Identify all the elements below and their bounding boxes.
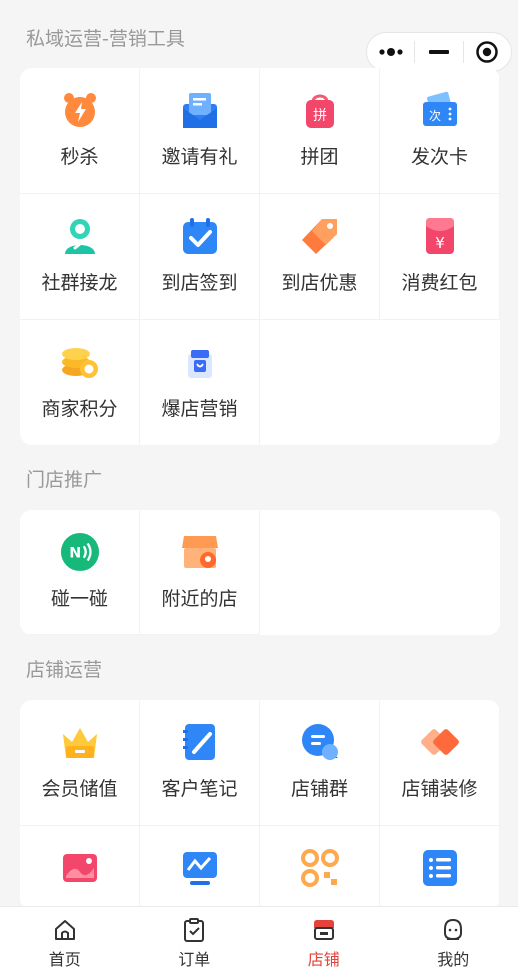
tool-times-card[interactable]: 次 发次卡 [380, 68, 500, 194]
tool-label: 拼团 [300, 146, 339, 168]
tool-seckill[interactable]: 秒杀 [20, 68, 140, 194]
shopping-box-icon [180, 342, 220, 382]
coin-stack-icon [60, 342, 100, 382]
home-icon [54, 920, 75, 940]
tool-label: 到店优惠 [281, 272, 358, 294]
tab-label: 我的 [437, 950, 470, 969]
alarm-clock-icon [60, 90, 100, 130]
tool-label: 商家积分 [41, 398, 118, 420]
profile-icon [444, 918, 463, 941]
section-title-store-promotion: 门店推广 [26, 469, 103, 491]
card-store-promotion: N 碰一碰 附近的店 [20, 510, 500, 635]
tool-image[interactable] [20, 826, 140, 910]
decoration-brush-icon [420, 722, 460, 762]
tool-label: 消费红包 [401, 272, 478, 294]
notebook-pen-icon [180, 722, 220, 762]
tool-label: 会员储值 [41, 778, 118, 800]
tab-mine[interactable]: 我的 [389, 907, 518, 975]
minus-icon [428, 50, 449, 54]
svg-text:N: N [69, 546, 81, 562]
tool-label: 到店签到 [161, 272, 238, 294]
tool-nearby-store[interactable]: 附近的店 [140, 510, 260, 635]
picture-icon [60, 848, 100, 888]
tool-store-group[interactable]: 店铺群 [260, 700, 380, 826]
section-title-store-operation: 店铺运营 [26, 659, 103, 681]
tab-label: 首页 [48, 950, 81, 969]
minimize-button[interactable] [415, 33, 462, 71]
tool-data-screen[interactable] [140, 826, 260, 910]
tool-nfc-tap[interactable]: N 碰一碰 [20, 510, 140, 635]
tab-store[interactable]: 店铺 [259, 907, 389, 975]
tool-qr-code[interactable] [260, 826, 380, 910]
card-marketing-tools: 秒杀 邀请有礼 拼 拼团 次 发次卡 社群接龙 到店签到 到店优惠 ¥ 消费红包… [20, 68, 500, 445]
svg-text:拼: 拼 [313, 108, 327, 124]
tool-invite-gift[interactable]: 邀请有礼 [140, 68, 260, 194]
group-buy-bag-icon: 拼 [300, 90, 340, 130]
store-icon [313, 920, 334, 940]
svg-text:次: 次 [428, 109, 440, 123]
tool-label: 店铺装修 [401, 778, 478, 800]
tool-customer-notes[interactable]: 客户笔记 [140, 700, 260, 826]
tool-red-packet[interactable]: ¥ 消费红包 [380, 194, 500, 320]
tool-member-recharge[interactable]: 会员储值 [20, 700, 140, 826]
tool-merchant-points[interactable]: 商家积分 [20, 320, 140, 445]
tool-booming-store[interactable]: 爆店营销 [140, 320, 260, 445]
tool-checkin[interactable]: 到店签到 [140, 194, 260, 320]
tab-home[interactable]: 首页 [0, 907, 130, 975]
tool-label: 发次卡 [410, 146, 468, 168]
list-icon [420, 848, 460, 888]
data-screen-icon [180, 848, 220, 888]
tool-community-chain[interactable]: 社群接龙 [20, 194, 140, 320]
card-store-operation: 会员储值 客户笔记 店铺群 店铺装修 [20, 700, 500, 910]
miniprogram-capsule [366, 32, 512, 72]
tool-store-discount[interactable]: 到店优惠 [260, 194, 380, 320]
nfc-icon: N [60, 532, 100, 572]
tab-orders[interactable]: 订单 [130, 907, 260, 975]
target-close-icon [476, 41, 499, 63]
times-card-icon: 次 [420, 90, 460, 130]
red-packet-icon: ¥ [420, 216, 460, 256]
community-chain-icon [60, 216, 100, 256]
member-crown-icon [60, 722, 100, 762]
close-miniprogram-button[interactable] [464, 33, 511, 71]
nearby-store-icon [180, 532, 220, 572]
section-title-marketing-tools: 私域运营-营销工具 [26, 28, 185, 50]
tab-label: 订单 [178, 950, 211, 969]
more-dots-icon [379, 48, 403, 56]
tool-label: 店铺群 [290, 778, 348, 800]
tool-label: 碰一碰 [50, 588, 108, 610]
invitation-envelope-icon [180, 90, 220, 130]
tool-list[interactable] [380, 826, 500, 910]
order-clipboard-icon [184, 918, 205, 942]
calendar-check-icon [180, 216, 220, 256]
svg-text:¥: ¥ [435, 234, 445, 252]
tool-label: 爆店营销 [161, 398, 238, 420]
more-menu-button[interactable] [367, 33, 414, 71]
qr-code-icon [300, 848, 340, 888]
tool-store-decoration[interactable]: 店铺装修 [380, 700, 500, 826]
tab-label: 店铺 [307, 950, 340, 969]
bottom-tab-bar: 首页 订单 店铺 我的 [0, 906, 518, 975]
tool-label: 邀请有礼 [161, 146, 238, 168]
tool-label: 秒杀 [60, 146, 99, 168]
tool-label: 客户笔记 [161, 778, 238, 800]
tool-label: 社群接龙 [41, 272, 118, 294]
tool-group-buy[interactable]: 拼 拼团 [260, 68, 380, 194]
discount-tag-icon [300, 216, 340, 256]
tool-label: 附近的店 [161, 588, 238, 610]
chat-bubble-icon [300, 722, 340, 762]
